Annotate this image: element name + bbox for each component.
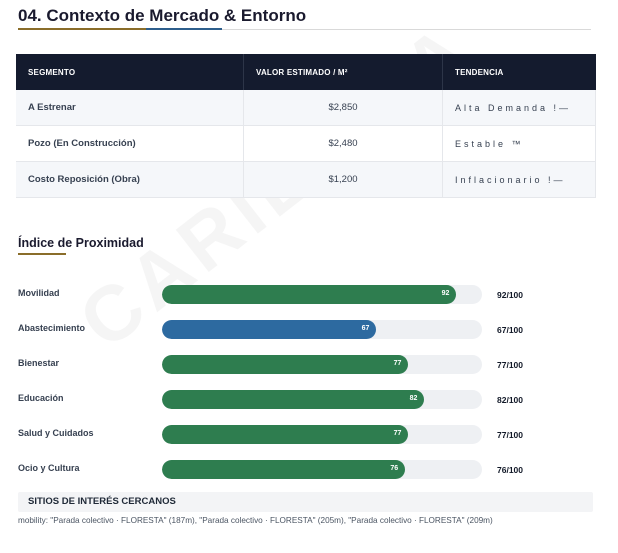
nearby-sites-list: mobility: "Parada colectivo · FLORESTA" … bbox=[18, 516, 493, 525]
proximity-label: Salud y Cuidados bbox=[18, 428, 94, 438]
progress-track: 76 bbox=[162, 460, 482, 479]
proximity-score: 76/100 bbox=[497, 465, 523, 475]
progress-fill-value: 92 bbox=[441, 290, 450, 297]
value-cell: $2,850 bbox=[243, 90, 443, 126]
trend-cell: Estable ™ bbox=[442, 125, 596, 162]
section-title: 04. Contexto de Mercado & Entorno bbox=[18, 6, 307, 25]
market-table: SEGMENTO VALOR ESTIMADO / M² TENDENCIA A… bbox=[16, 54, 596, 198]
progress-fill: 82 bbox=[162, 390, 425, 409]
progress-fill: 76 bbox=[162, 460, 406, 479]
proximity-label: Bienestar bbox=[18, 358, 60, 368]
progress-track: 67 bbox=[162, 320, 482, 339]
trend-cell: Inflacionario !— bbox=[442, 161, 596, 198]
value-cell: $1,200 bbox=[243, 161, 443, 198]
proximity-row-abastecimiento: Abastecimiento 67 67/100 bbox=[0, 320, 618, 340]
header-tendencia: TENDENCIA bbox=[442, 54, 596, 90]
proximity-score: 82/100 bbox=[497, 395, 523, 405]
progress-track: 77 bbox=[162, 355, 482, 374]
proximity-score: 77/100 bbox=[497, 360, 523, 370]
progress-fill-value: 77 bbox=[393, 360, 402, 367]
nearby-sites-title: SITIOS DE INTERÉS CERCANOS bbox=[28, 496, 176, 507]
progress-fill-value: 67 bbox=[361, 325, 370, 332]
proximity-label: Ocio y Cultura bbox=[18, 463, 80, 473]
progress-fill-value: 77 bbox=[393, 430, 402, 437]
segment-cell: A Estrenar bbox=[16, 90, 244, 126]
table-row: Pozo (En Construcción) $2,480 Estable ™ bbox=[16, 125, 596, 162]
progress-track: 82 bbox=[162, 390, 482, 409]
nearby-sites-header: SITIOS DE INTERÉS CERCANOS bbox=[18, 492, 593, 512]
proximity-row-ocio: Ocio y Cultura 76 76/100 bbox=[0, 460, 618, 480]
trend-cell: Alta Demanda !— bbox=[442, 90, 596, 126]
proximity-label: Movilidad bbox=[18, 288, 60, 298]
segment-cell: Pozo (En Construcción) bbox=[16, 125, 244, 162]
proximity-row-educacion: Educación 82 82/100 bbox=[0, 390, 618, 410]
proximity-row-bienestar: Bienestar 77 77/100 bbox=[0, 355, 618, 375]
table-row: Costo Reposición (Obra) $1,200 Inflacion… bbox=[16, 161, 596, 198]
proximity-row-salud: Salud y Cuidados 77 77/100 bbox=[0, 425, 618, 445]
segment-cell: Costo Reposición (Obra) bbox=[16, 161, 244, 198]
progress-track: 77 bbox=[162, 425, 482, 444]
proximity-title: Índice de Proximidad bbox=[18, 236, 144, 250]
proximity-score: 67/100 bbox=[497, 325, 523, 335]
title-accent-blue bbox=[146, 28, 222, 30]
header-segmento: SEGMENTO bbox=[16, 54, 244, 90]
title-accent-gold bbox=[18, 28, 146, 30]
proximity-title-accent bbox=[18, 253, 66, 255]
progress-fill-value: 82 bbox=[409, 395, 418, 402]
progress-fill-value: 76 bbox=[390, 465, 399, 472]
progress-fill: 92 bbox=[162, 285, 457, 304]
table-row: A Estrenar $2,850 Alta Demanda !— bbox=[16, 90, 596, 126]
proximity-label: Educación bbox=[18, 393, 64, 403]
proximity-row-movilidad: Movilidad 92 92/100 bbox=[0, 285, 618, 305]
proximity-score: 77/100 bbox=[497, 430, 523, 440]
header-valor: VALOR ESTIMADO / M² bbox=[243, 54, 443, 90]
value-cell: $2,480 bbox=[243, 125, 443, 162]
proximity-score: 92/100 bbox=[497, 290, 523, 300]
progress-fill: 67 bbox=[162, 320, 377, 339]
progress-fill: 77 bbox=[162, 425, 409, 444]
proximity-label: Abastecimiento bbox=[18, 323, 86, 333]
progress-fill: 77 bbox=[162, 355, 409, 374]
market-table-header: SEGMENTO VALOR ESTIMADO / M² TENDENCIA bbox=[16, 54, 596, 90]
progress-track: 92 bbox=[162, 285, 482, 304]
